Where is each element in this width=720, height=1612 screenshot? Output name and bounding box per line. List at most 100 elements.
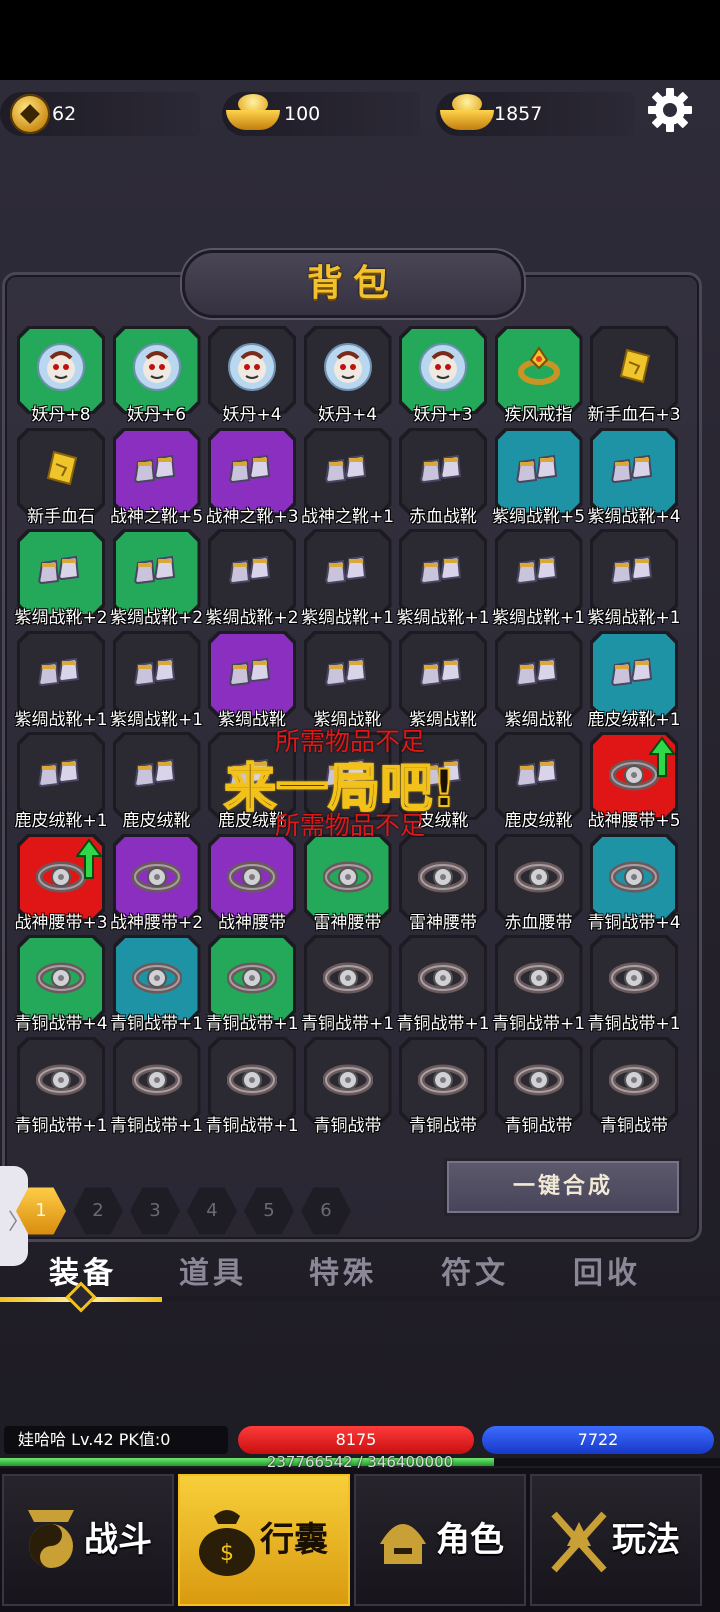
inventory-slot[interactable]: 鹿皮绒靴 <box>492 732 586 831</box>
boots-icon <box>609 444 659 494</box>
tab-4[interactable]: 回收 <box>552 1248 662 1292</box>
inventory-slot[interactable]: 青铜战带+4 <box>587 833 681 933</box>
inventory-slot[interactable]: 青铜战带+1 <box>205 935 299 1034</box>
belt-icon <box>513 951 564 1001</box>
item-label: 青铜战带+4 <box>587 912 681 933</box>
belt-icon <box>131 951 182 1001</box>
tab-2[interactable]: 特殊 <box>288 1248 398 1292</box>
inventory-slot[interactable]: 紫绸战靴+1 <box>587 529 681 628</box>
belt-icon <box>609 1053 659 1103</box>
inventory-slot[interactable]: 紫绸战靴 <box>492 630 586 730</box>
boots-icon <box>36 545 86 595</box>
belt-icon <box>418 951 468 1001</box>
inventory-slot[interactable]: 鹿皮绒靴+1 <box>587 630 681 730</box>
settings-gear-icon[interactable] <box>646 86 694 134</box>
boots-icon <box>418 647 468 697</box>
inventory-slot[interactable]: 妖丹+6 <box>110 326 204 425</box>
inventory-slot[interactable]: 青铜战带 <box>492 1036 586 1136</box>
belt-icon <box>227 850 277 900</box>
gold-pile-icon <box>440 94 494 130</box>
inventory-slot[interactable]: 雷神腰带 <box>396 833 490 933</box>
inventory-slot[interactable]: 青铜战带 <box>396 1036 490 1136</box>
inventory-slot[interactable]: 战神腰带+5 <box>587 732 681 831</box>
inventory-slot[interactable]: 青铜战带 <box>587 1036 681 1136</box>
inventory-slot[interactable]: 战神之靴+3 <box>205 427 299 527</box>
inventory-slot[interactable]: 战神之靴+1 <box>301 427 395 527</box>
player-name-level: 娃哈哈 Lv.42 PK值:0 <box>4 1426 228 1454</box>
inventory-slot[interactable]: 紫绸战靴 <box>396 630 490 730</box>
nav-button-2[interactable]: 角色 <box>354 1474 526 1606</box>
inventory-slot[interactable]: 新手血石+3 <box>587 326 681 425</box>
inventory-slot[interactable]: 赤血腰带 <box>492 833 586 933</box>
boots-icon <box>323 545 373 595</box>
inventory-slot[interactable]: 紫绸战靴+5 <box>492 427 586 527</box>
inventory-slot[interactable]: 青铜战带+1 <box>301 935 395 1034</box>
tab-1[interactable]: 道具 <box>158 1248 268 1292</box>
inventory-slot[interactable]: 青铜战带+1 <box>14 1036 108 1136</box>
belt-icon <box>322 850 373 900</box>
inventory-slot[interactable]: 青铜战带+1 <box>110 1036 204 1136</box>
nav-button-0[interactable]: 战斗 <box>2 1474 174 1606</box>
inventory-slot[interactable]: 妖丹+4 <box>301 326 395 425</box>
one-click-synthesize-button[interactable]: 一键合成 <box>444 1158 682 1216</box>
belt-icon <box>609 850 659 900</box>
inventory-slot[interactable]: 紫绸战靴 <box>301 630 395 730</box>
inventory-slot[interactable]: 紫绸战靴+4 <box>587 427 681 527</box>
inventory-slot[interactable]: 青铜战带+1 <box>110 935 204 1034</box>
inventory-slot[interactable]: 雷神腰带 <box>301 833 395 933</box>
inventory-slot[interactable]: 新手血石 <box>14 427 108 527</box>
inventory-slot[interactable]: 紫绸战靴+1 <box>396 529 490 628</box>
nav-label: 战斗 <box>84 1520 152 1560</box>
boots-icon <box>132 444 182 494</box>
inventory-slot[interactable]: 紫绸战靴+1 <box>492 529 586 628</box>
mp-bar: 7722 <box>482 1426 714 1454</box>
belt-icon <box>131 1053 182 1103</box>
boots-icon <box>36 748 86 798</box>
belt-icon <box>36 951 86 1001</box>
inventory-slot[interactable]: 紫绸战靴 <box>205 630 299 730</box>
boots-icon <box>36 647 86 697</box>
inventory-slot[interactable]: 战神腰带+2 <box>110 833 204 933</box>
demon-core-icon <box>227 342 277 392</box>
inventory-slot[interactable]: 青铜战带+1 <box>587 935 681 1034</box>
inventory-slot[interactable]: 妖丹+8 <box>14 326 108 425</box>
inventory-slot[interactable]: 疾风戒指 <box>492 326 586 425</box>
belt-icon <box>322 1053 373 1103</box>
inventory-slot[interactable]: 鹿皮绒靴 <box>110 732 204 831</box>
belt-icon <box>609 951 659 1001</box>
boots-icon <box>227 444 277 494</box>
inventory-slot[interactable]: 战神腰带 <box>205 833 299 933</box>
mp-value: 7722 <box>577 1430 619 1449</box>
inventory-slot[interactable]: 青铜战带+4 <box>14 935 108 1034</box>
nav-label: 角色 <box>436 1520 504 1560</box>
inventory-slot[interactable]: 战神腰带+3 <box>14 833 108 933</box>
belt-icon <box>227 951 277 1001</box>
inventory-slot[interactable]: 紫绸战靴+2 <box>110 529 204 628</box>
inventory-slot[interactable]: 青铜战带+1 <box>492 935 586 1034</box>
blood-stone-icon <box>36 444 86 494</box>
inventory-slot[interactable]: 紫绸战靴+1 <box>301 529 395 628</box>
boots-icon <box>418 545 468 595</box>
inventory-slot[interactable]: 紫绸战靴+2 <box>205 529 299 628</box>
inventory-slot[interactable]: 青铜战带 <box>301 1036 395 1136</box>
belt-icon <box>418 850 468 900</box>
nav-button-1[interactable]: $ 行囊 <box>178 1474 350 1606</box>
boots-icon <box>514 647 564 697</box>
inventory-slot[interactable]: 妖丹+4 <box>205 326 299 425</box>
inventory-slot[interactable]: 鹿皮绒靴+1 <box>14 732 108 831</box>
gold-ingot-icon <box>226 94 280 130</box>
inventory-slot[interactable]: 紫绸战靴+1 <box>14 630 108 730</box>
copper-value: 62 <box>52 103 77 125</box>
inventory-slot[interactable]: 紫绸战靴+2 <box>14 529 108 628</box>
nav-label: 玩法 <box>612 1520 680 1560</box>
nav-button-3[interactable]: 玩法 <box>530 1474 702 1606</box>
inventory-slot[interactable]: 战神之靴+5 <box>110 427 204 527</box>
item-label: 青铜战带 <box>600 1115 668 1136</box>
inventory-slot[interactable]: 青铜战带+1 <box>205 1036 299 1136</box>
tab-3[interactable]: 符文 <box>420 1248 530 1292</box>
inventory-slot[interactable]: 妖丹+3 <box>396 326 490 425</box>
inventory-slot[interactable]: 赤血战靴 <box>396 427 490 527</box>
inventory-slot[interactable]: 紫绸战靴+1 <box>110 630 204 730</box>
backpack-title-plate: 背包 <box>182 250 524 318</box>
inventory-slot[interactable]: 青铜战带+1 <box>396 935 490 1034</box>
